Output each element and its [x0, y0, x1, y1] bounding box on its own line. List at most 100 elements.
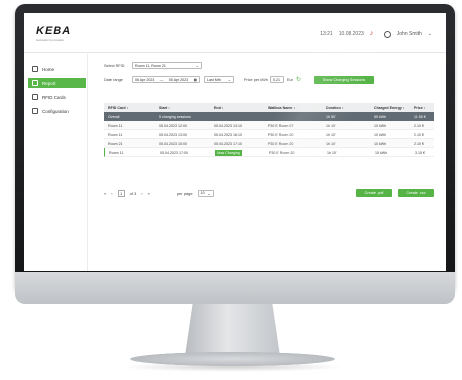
per-page-value: 10: [200, 191, 205, 195]
price-input[interactable]: 0.21: [270, 76, 284, 83]
now-charging-badge: Now Charging: [215, 149, 242, 156]
cell-energy: 10 kWh: [374, 123, 387, 128]
rfid-select[interactable]: Room 11, Room 21 ⌄: [132, 62, 202, 69]
period-select[interactable]: Last Mth ⌄: [204, 76, 234, 83]
report-icon: [32, 80, 38, 86]
cell-end: 05.04.2023 17:10: [214, 141, 242, 146]
chevron-down-icon: ⌄: [207, 190, 211, 196]
sidebar-item-label: Home: [42, 66, 55, 72]
overall-row: Overall 5 charging sessions 1h 50' 55 kW…: [104, 112, 434, 121]
overall-duration: 1h 50': [326, 114, 336, 119]
sidebar-item-rfid-cards[interactable]: RFID Cards: [28, 92, 86, 102]
show-sessions-button[interactable]: Show Charging Sessions: [314, 76, 374, 84]
brand-logo: KEBA: [36, 25, 72, 37]
cell-duration: 1h 10': [326, 141, 336, 146]
first-page-button[interactable]: «: [104, 191, 106, 196]
overall-label: Overall: [108, 114, 120, 119]
cell-start: 05.04.2023 12:00: [159, 123, 187, 128]
chevron-down-icon[interactable]: ⌄: [428, 31, 432, 37]
per-page-label: per page: [176, 190, 193, 196]
sessions-table: RFID Card ↕ Start ↕ End ↕ Wallbox Name ↕…: [104, 103, 434, 157]
cell-end: Now Charging: [215, 148, 242, 157]
bell-icon[interactable]: ♪: [370, 30, 378, 38]
clock-time: 13:21: [320, 31, 333, 37]
home-icon: [32, 66, 38, 72]
date-range-to: 05 Apr 2023: [168, 77, 189, 82]
sidebar-item-configuration[interactable]: Configuration: [28, 106, 86, 116]
cell-card: Room 11: [108, 123, 123, 128]
col-price[interactable]: Price ↕: [414, 103, 426, 112]
table-row[interactable]: Room 11 05.04.2023 13:00 05.04.2023 16:1…: [104, 130, 434, 139]
cell-energy: 15 kWh: [375, 150, 388, 155]
col-wallbox[interactable]: Wallbox Name ↕: [268, 103, 295, 112]
cell-end: 05.04.2023 16:10: [214, 132, 242, 137]
user-icon[interactable]: [383, 30, 391, 38]
date-range-from: 06 Apr 2023: [135, 77, 155, 82]
sidebar-item-label: Report: [42, 80, 56, 86]
filter-bar: Select RFID Room 11, Room 21 ⌄ Date rang…: [104, 62, 434, 92]
table-header: RFID Card ↕ Start ↕ End ↕ Wallbox Name ↕…: [104, 103, 434, 112]
cell-start: 05.04.2023 17:00: [160, 150, 188, 155]
table-row[interactable]: Room 21 05.04.2023 15:00 05.04.2023 17:1…: [104, 139, 434, 148]
overall-sessions: 5 charging sessions: [159, 114, 191, 119]
col-start[interactable]: Start ↕: [159, 103, 170, 112]
page-number-input[interactable]: 1: [117, 189, 125, 197]
refresh-icon[interactable]: ↻: [296, 76, 301, 83]
cell-start: 05.04.2023 15:00: [159, 141, 187, 146]
cell-card: Room 11: [108, 132, 123, 137]
col-duration[interactable]: Duration ↕: [326, 103, 344, 112]
create-pdf-button[interactable]: Create .pdf: [356, 189, 392, 197]
rfid-card-icon: [32, 94, 38, 100]
cell-card: Room 11: [109, 150, 124, 155]
rfid-select-label: Select RFID: [104, 64, 125, 68]
monitor-chin: [15, 272, 455, 304]
clock-date: 10.08.2023: [338, 31, 364, 37]
price-value: 0.21: [273, 77, 280, 82]
overall-energy: 55 kWh: [374, 114, 387, 119]
cell-price: 2.10 €: [414, 141, 424, 146]
date-range-input[interactable]: 06 Apr 2023 — 05 Apr 2023 ▦: [132, 76, 200, 83]
user-name[interactable]: John Smith: [397, 31, 422, 37]
period-select-value: Last Mth: [207, 77, 221, 82]
col-energy[interactable]: Charged Energy ↕: [374, 103, 405, 112]
stage: KEBA Automation by innovation 13:21 10.0…: [0, 0, 462, 380]
table-row[interactable]: Room 11 05.04.2023 12:00 05.04.2023 13:1…: [104, 121, 434, 130]
last-page-button[interactable]: »: [148, 191, 150, 196]
col-end[interactable]: End ↕: [214, 103, 224, 112]
cell-wallbox: P30 E Room 20: [269, 150, 295, 155]
brand-tagline: Automation by innovation: [36, 39, 65, 42]
header-status: 13:21 10.08.2023 ♪ John Smith ⌄: [320, 30, 432, 38]
table-row[interactable]: Room 11 05.04.2023 17:00 Now Charging P3…: [104, 148, 434, 157]
calendar-icon: ▦: [193, 77, 197, 82]
cell-energy: 10 kWh: [374, 141, 387, 146]
cell-wallbox: P30 E Room 20: [268, 141, 294, 146]
cell-end: 05.04.2023 13:10: [214, 123, 242, 128]
prev-page-button[interactable]: ‹: [111, 191, 112, 196]
col-rfid[interactable]: RFID Card ↕: [108, 103, 128, 112]
chevron-down-icon: ⌄: [195, 63, 199, 68]
sidebar-item-home[interactable]: Home: [28, 64, 86, 74]
page-of-label: of 3: [129, 190, 137, 196]
cell-energy: 10 kWh: [374, 132, 387, 137]
cell-price: 3.15 €: [415, 150, 425, 155]
sidebar-item-label: RFID Cards: [42, 94, 66, 100]
date-range-separator: —: [159, 77, 164, 82]
date-range-label: Date range: [104, 78, 123, 82]
cell-wallbox: P30 E Room 07: [268, 123, 294, 128]
price-label: Price per kWh: [244, 78, 268, 82]
create-csv-button[interactable]: Create .csv: [398, 189, 434, 197]
cell-wallbox: P30 E Room 20: [268, 132, 294, 137]
cell-card: Room 21: [108, 141, 123, 146]
chevron-down-icon: ⌄: [227, 77, 231, 82]
overall-price: 11.55 €: [414, 114, 426, 119]
per-page-select[interactable]: 10 ⌄: [197, 189, 214, 197]
report-main: Select RFID Room 11, Room 21 ⌄ Date rang…: [90, 54, 446, 271]
cell-duration: 1h 10': [326, 123, 336, 128]
next-page-button[interactable]: ›: [141, 191, 142, 196]
sidebar-item-label: Configuration: [42, 108, 69, 114]
sidebar-item-report[interactable]: Report: [28, 78, 86, 88]
sidebar: Home Report RFID Cards Configuration: [24, 54, 88, 271]
app-header: KEBA Automation by innovation 13:21 10.0…: [24, 13, 446, 53]
cell-price: 2.10 €: [414, 123, 424, 128]
monitor-stand-base: [130, 352, 335, 366]
